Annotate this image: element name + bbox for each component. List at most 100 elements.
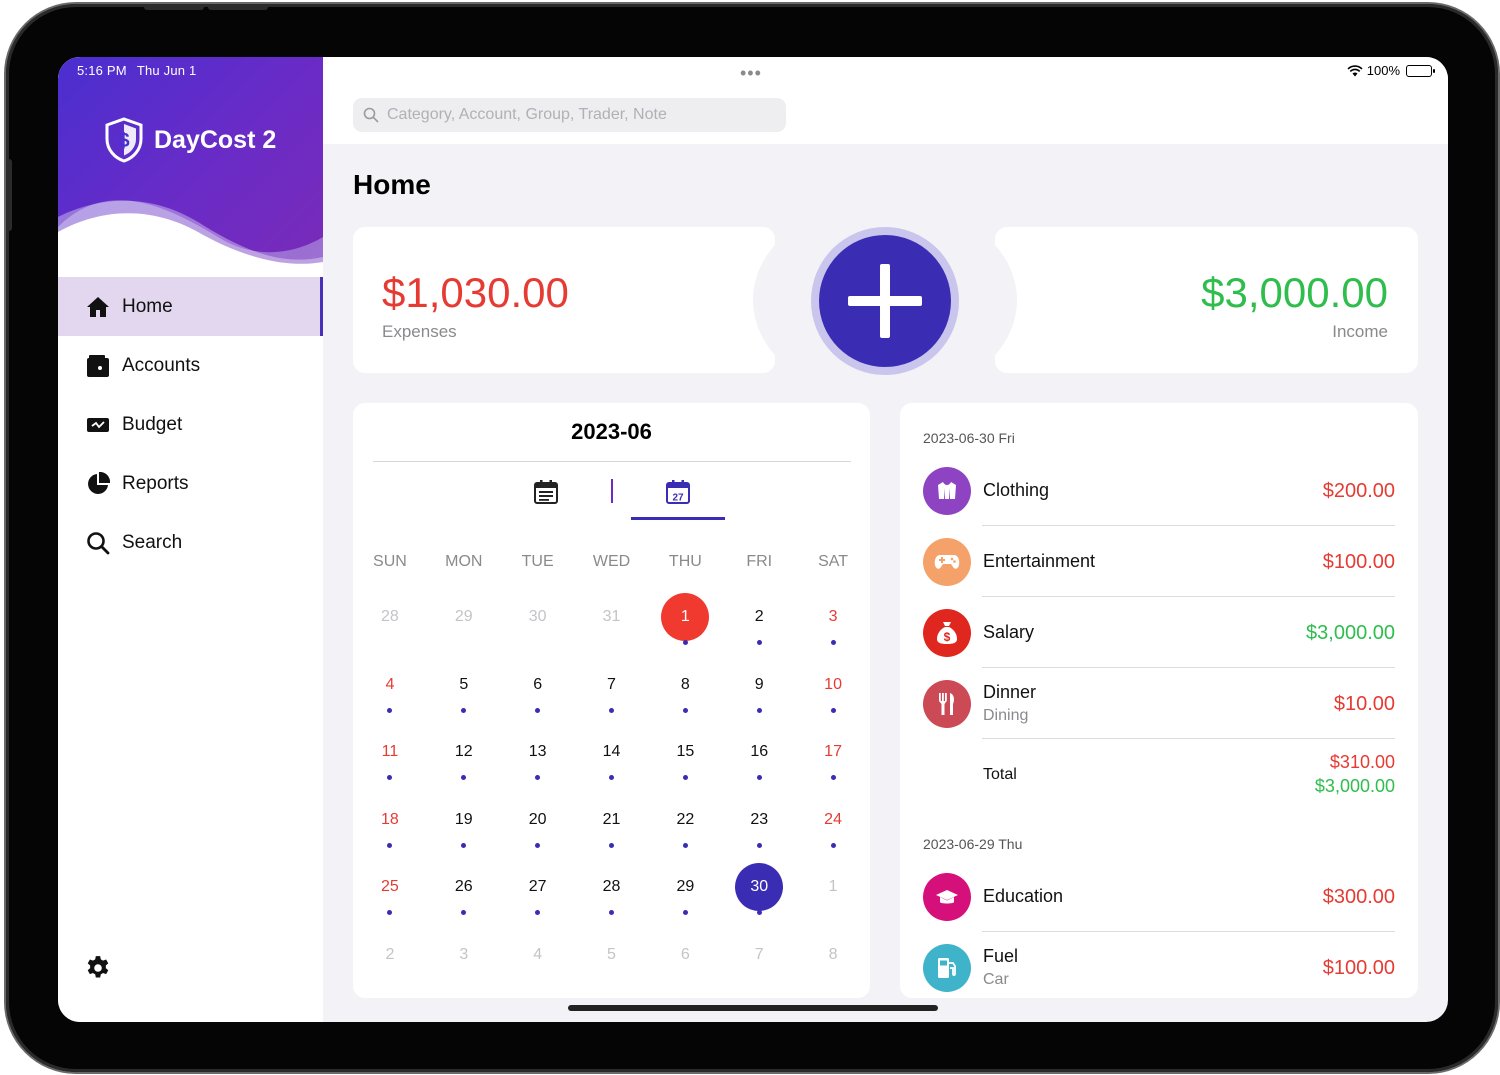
home-indicator [568, 1005, 938, 1011]
sidebar-item-search[interactable]: Search [58, 513, 323, 572]
plus-icon [848, 264, 922, 338]
calendar-day-number: 2 [385, 945, 395, 963]
svg-text:$: $ [118, 130, 129, 152]
calendar-day-number: 5 [607, 945, 616, 963]
expenses-label: Expenses [382, 322, 457, 341]
calendar-day-number: 23 [750, 810, 769, 828]
day-total-row: Total $310.00 $3,000.00 [923, 740, 1395, 810]
calendar-day[interactable]: 7 [722, 927, 796, 995]
multitasking-dots[interactable]: ••• [740, 63, 762, 84]
transaction-row-salary[interactable]: $ Salary $3,000.00 [923, 598, 1395, 668]
calendar-day[interactable]: 3 [796, 589, 870, 657]
transaction-row-fuel[interactable]: Fuel Car $100.00 [923, 933, 1395, 998]
weekday-label: MON [445, 553, 483, 570]
calendar-day[interactable]: 31 [575, 589, 649, 657]
calendar-day[interactable]: 2 [353, 927, 427, 995]
calendar-month-title[interactable]: 2023-06 [353, 419, 870, 445]
calendar-day[interactable]: 26 [427, 859, 501, 927]
status-time: 5:16 PM Thu Jun 1 [77, 63, 206, 78]
calendar-day[interactable]: 6 [501, 657, 575, 725]
calendar-day[interactable]: 29 [648, 859, 722, 927]
utensils-icon [923, 680, 971, 728]
calendar-day[interactable]: 2 [722, 589, 796, 657]
battery-icon [1406, 64, 1435, 77]
calendar-day[interactable]: 30 [501, 589, 575, 657]
calendar-day[interactable]: 24 [796, 792, 870, 860]
svg-text:27: 27 [672, 493, 684, 504]
calendar-day-number: 3 [828, 608, 838, 625]
transaction-indicator-dot [609, 910, 614, 915]
pie-chart-icon [86, 471, 110, 496]
transaction-row-entertainment[interactable]: Entertainment $100.00 [923, 527, 1395, 597]
calendar-day[interactable]: 5 [575, 927, 649, 995]
calendar-day[interactable]: 21 [575, 792, 649, 860]
calendar-day[interactable]: 22 [648, 792, 722, 860]
calendar-week-row: 11 12 13 14 15 16 17 [353, 724, 870, 792]
calendar-day[interactable]: 11 [353, 724, 427, 792]
calendar-day[interactable]: 8 [796, 927, 870, 995]
active-view-indicator [631, 517, 725, 520]
transaction-row-clothing[interactable]: Clothing $200.00 [923, 456, 1395, 526]
calendar-day[interactable]: 20 [501, 792, 575, 860]
calendar-day[interactable]: 4 [501, 927, 575, 995]
transaction-indicator-dot [756, 910, 762, 915]
calendar-day[interactable]: 8 [648, 657, 722, 725]
transaction-title: Education [983, 886, 1064, 906]
weekday-label: THU [668, 553, 702, 570]
calendar-day[interactable]: 28 [353, 589, 427, 657]
sidebar-item-accounts[interactable]: Accounts [58, 336, 323, 395]
money-bag-icon: $ [923, 609, 971, 657]
calendar-day[interactable]: 6 [648, 927, 722, 995]
calendar-day[interactable]: 16 [722, 724, 796, 792]
calendar-day[interactable]: 30 [722, 859, 796, 927]
search-bar[interactable] [353, 98, 786, 132]
calendar-day[interactable]: 1 [796, 859, 870, 927]
calendar-day[interactable]: 23 [722, 792, 796, 860]
calendar-day[interactable]: 25 [353, 859, 427, 927]
search-input[interactable] [387, 106, 777, 124]
calendar-day[interactable]: 28 [575, 859, 649, 927]
calendar-day-today: 1 [661, 593, 710, 641]
transaction-title: Entertainment [983, 551, 1096, 571]
calendar-day-number: 1 [828, 878, 838, 895]
calendar-day[interactable]: 10 [796, 657, 870, 725]
sidebar-item-budget[interactable]: Budget [58, 395, 323, 454]
calendar-day-number: 9 [754, 675, 764, 693]
transaction-row-dinner[interactable]: Dinner Dining $10.00 [923, 669, 1395, 739]
calendar-day[interactable]: 9 [722, 657, 796, 725]
income-card[interactable]: $3,000.00 Income [995, 227, 1418, 373]
transaction-indicator-dot [535, 707, 541, 713]
calendar-day[interactable]: 14 [575, 724, 649, 792]
calendar-day[interactable]: 27 [501, 859, 575, 927]
transaction-row-education[interactable]: Education $300.00 [923, 862, 1395, 932]
calendar-day[interactable]: 1 [648, 589, 722, 657]
search-icon [363, 107, 379, 123]
calendar-day-number: 22 [676, 810, 695, 828]
calendar-day[interactable]: 19 [427, 792, 501, 860]
list-view-icon[interactable] [533, 479, 559, 505]
calendar-view-icon[interactable]: 27 [665, 479, 691, 505]
calendar-day-number: 4 [385, 675, 395, 693]
divider [611, 479, 613, 503]
add-transaction-button[interactable] [811, 227, 959, 375]
home-icon [86, 295, 110, 319]
calendar-day[interactable]: 4 [353, 657, 427, 725]
sidebar-item-reports[interactable]: Reports [58, 454, 323, 513]
transaction-indicator-dot [535, 775, 541, 780]
calendar-day[interactable]: 29 [427, 589, 501, 657]
calendar-day-number: 27 [528, 878, 547, 895]
transaction-indicator-dot [387, 910, 393, 915]
calendar-day[interactable]: 3 [427, 927, 501, 995]
calendar-day[interactable]: 13 [501, 724, 575, 792]
calendar-day[interactable]: 7 [575, 657, 649, 725]
gear-icon[interactable] [85, 955, 111, 981]
calendar-day[interactable]: 5 [427, 657, 501, 725]
expenses-card[interactable]: $1,030.00 Expenses [353, 227, 775, 373]
calendar-day[interactable]: 15 [648, 724, 722, 792]
calendar-day[interactable]: 17 [796, 724, 870, 792]
top-bar: ••• 100% [323, 57, 1448, 144]
calendar-day[interactable]: 18 [353, 792, 427, 860]
calendar-day[interactable]: 12 [427, 724, 501, 792]
sidebar-item-home[interactable]: Home [58, 277, 323, 336]
transaction-indicator-dot [609, 707, 614, 713]
